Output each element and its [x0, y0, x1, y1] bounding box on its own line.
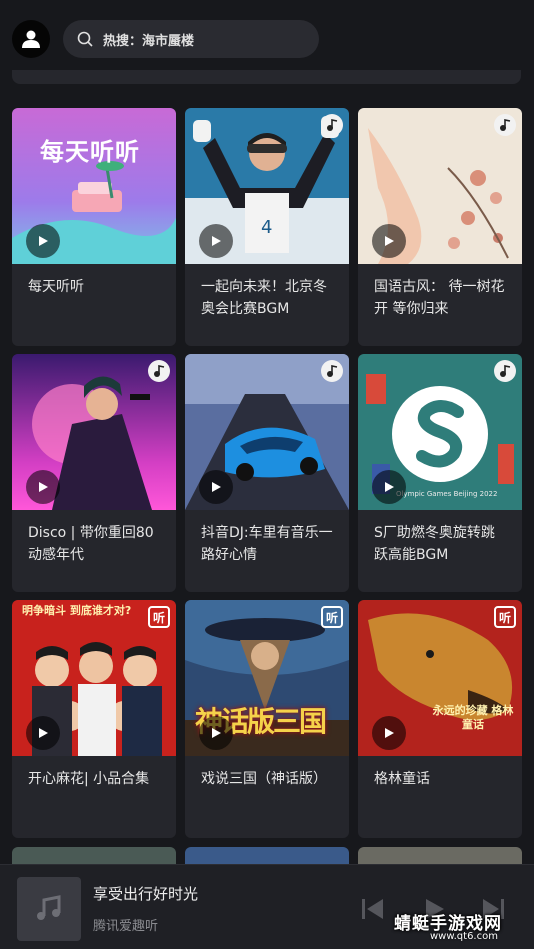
top-bar: 热搜：海市蜃楼	[0, 0, 534, 84]
site-watermark: 蜻蜓手游戏网 www.qt6.com	[388, 907, 534, 949]
play-icon	[212, 728, 221, 738]
playlist-card[interactable]: 每天听听 每天听听	[12, 108, 176, 346]
search-bar[interactable]: 热搜：海市蜃楼	[63, 20, 319, 58]
music-note-icon	[37, 895, 61, 920]
qq-music-badge	[494, 360, 516, 382]
now-playing-title: 享受出行好时光	[93, 885, 199, 903]
playlist-card-partial[interactable]	[12, 847, 176, 865]
cover-caption: 明争暗斗 到底谁才对?	[22, 604, 132, 617]
banner-strip	[12, 70, 521, 84]
playlist-title: 开心麻花| 小品合集	[28, 771, 150, 787]
skip-previous-icon	[362, 899, 383, 919]
cover-caption: Olympic Games Beijing 2022	[396, 490, 498, 498]
qq-music-icon	[154, 365, 165, 377]
qq-music-icon	[327, 365, 338, 377]
playlist-card-partial[interactable]	[358, 847, 522, 865]
playlist-card[interactable]: 永远的珍藏 格林童话 听 格林童话	[358, 600, 522, 838]
qq-music-icon	[500, 119, 511, 131]
playlist-card[interactable]: 神话版三国 听 戏说三国（神话版）	[185, 600, 349, 838]
playlist-title: 每天听听	[28, 279, 84, 295]
cover-caption: 每天听听	[40, 138, 140, 166]
user-icon	[22, 30, 40, 48]
play-icon	[39, 236, 48, 246]
qq-music-badge	[321, 360, 343, 382]
play-button[interactable]	[199, 470, 233, 504]
play-button[interactable]	[372, 716, 406, 750]
qq-music-icon	[327, 119, 338, 131]
playlist-cover	[12, 354, 176, 510]
play-button[interactable]	[199, 716, 233, 750]
now-playing-source: 腾讯爱趣听	[93, 919, 159, 934]
playlist-cover: 永远的珍藏 格林童话 听	[358, 600, 522, 756]
playlist-title: 国语古风： 待一树花开 等你归来	[374, 279, 505, 317]
play-button[interactable]	[372, 470, 406, 504]
avatar[interactable]	[12, 20, 50, 58]
search-hot-keyword: 热搜：海市蜃楼	[103, 33, 195, 49]
play-button[interactable]	[372, 224, 406, 258]
playlist-card[interactable]: Disco | 带你重回80动感年代	[12, 354, 176, 592]
ting-badge: 听	[494, 606, 516, 628]
playlist-cover: 明争暗斗 到底谁才对? 听	[12, 600, 176, 756]
playlist-card[interactable]: 4 一起向未来！北京冬奥会比赛BGM	[185, 108, 349, 346]
playlist-card[interactable]: Olympic Games Beijing 2022 S厂助燃冬奥旋转跳跃高能B…	[358, 354, 522, 592]
previous-button[interactable]	[358, 895, 386, 923]
playlist-title: 一起向未来！北京冬奥会比赛BGM	[201, 279, 327, 317]
playlist-card[interactable]: 明争暗斗 到底谁才对? 听 开心麻花| 小品合集	[12, 600, 176, 838]
play-icon	[39, 728, 48, 738]
playlist-cover	[358, 108, 522, 264]
playlist-card[interactable]: 抖音DJ:车里有音乐一路好心情	[185, 354, 349, 592]
play-button[interactable]	[199, 224, 233, 258]
qq-music-icon	[500, 365, 511, 377]
playlist-title: Disco | 带你重回80动感年代	[28, 525, 154, 563]
now-playing-cover	[17, 877, 81, 941]
playlist-cover: Olympic Games Beijing 2022	[358, 354, 522, 510]
playlist-card[interactable]: 国语古风： 待一树花开 等你归来	[358, 108, 522, 346]
play-icon	[39, 482, 48, 492]
watermark-url: www.qt6.com	[430, 931, 498, 942]
cover-caption: 永远的珍藏 格林童话	[432, 704, 514, 731]
qq-music-badge	[148, 360, 170, 382]
play-icon	[212, 236, 221, 246]
playlist-cover: 每天听听	[12, 108, 176, 264]
play-icon	[385, 482, 394, 492]
ting-badge: 听	[321, 606, 343, 628]
playlist-cover: 4	[185, 108, 349, 264]
search-icon	[77, 31, 93, 47]
playlist-title: 戏说三国（神话版）	[201, 771, 327, 787]
play-button[interactable]	[26, 716, 60, 750]
qq-music-badge	[494, 114, 516, 136]
app-screen: 热搜：海市蜃楼 每天听听 每天听听 4 一起向未来！北京冬奥会比赛BGM 国语古…	[0, 0, 534, 949]
playlist-card-partial[interactable]	[185, 847, 349, 865]
playlist-cover: 神话版三国 听	[185, 600, 349, 756]
play-icon	[212, 482, 221, 492]
qq-music-badge	[321, 114, 343, 136]
playlist-title: S厂助燃冬奥旋转跳跃高能BGM	[374, 525, 495, 563]
play-button[interactable]	[26, 224, 60, 258]
svg-text:4: 4	[261, 217, 272, 238]
play-icon	[385, 236, 394, 246]
play-icon	[385, 728, 394, 738]
ting-badge: 听	[148, 606, 170, 628]
playlist-title: 格林童话	[374, 771, 430, 787]
play-button[interactable]	[26, 470, 60, 504]
playlist-cover	[185, 354, 349, 510]
playlist-title: 抖音DJ:车里有音乐一路好心情	[201, 525, 333, 563]
